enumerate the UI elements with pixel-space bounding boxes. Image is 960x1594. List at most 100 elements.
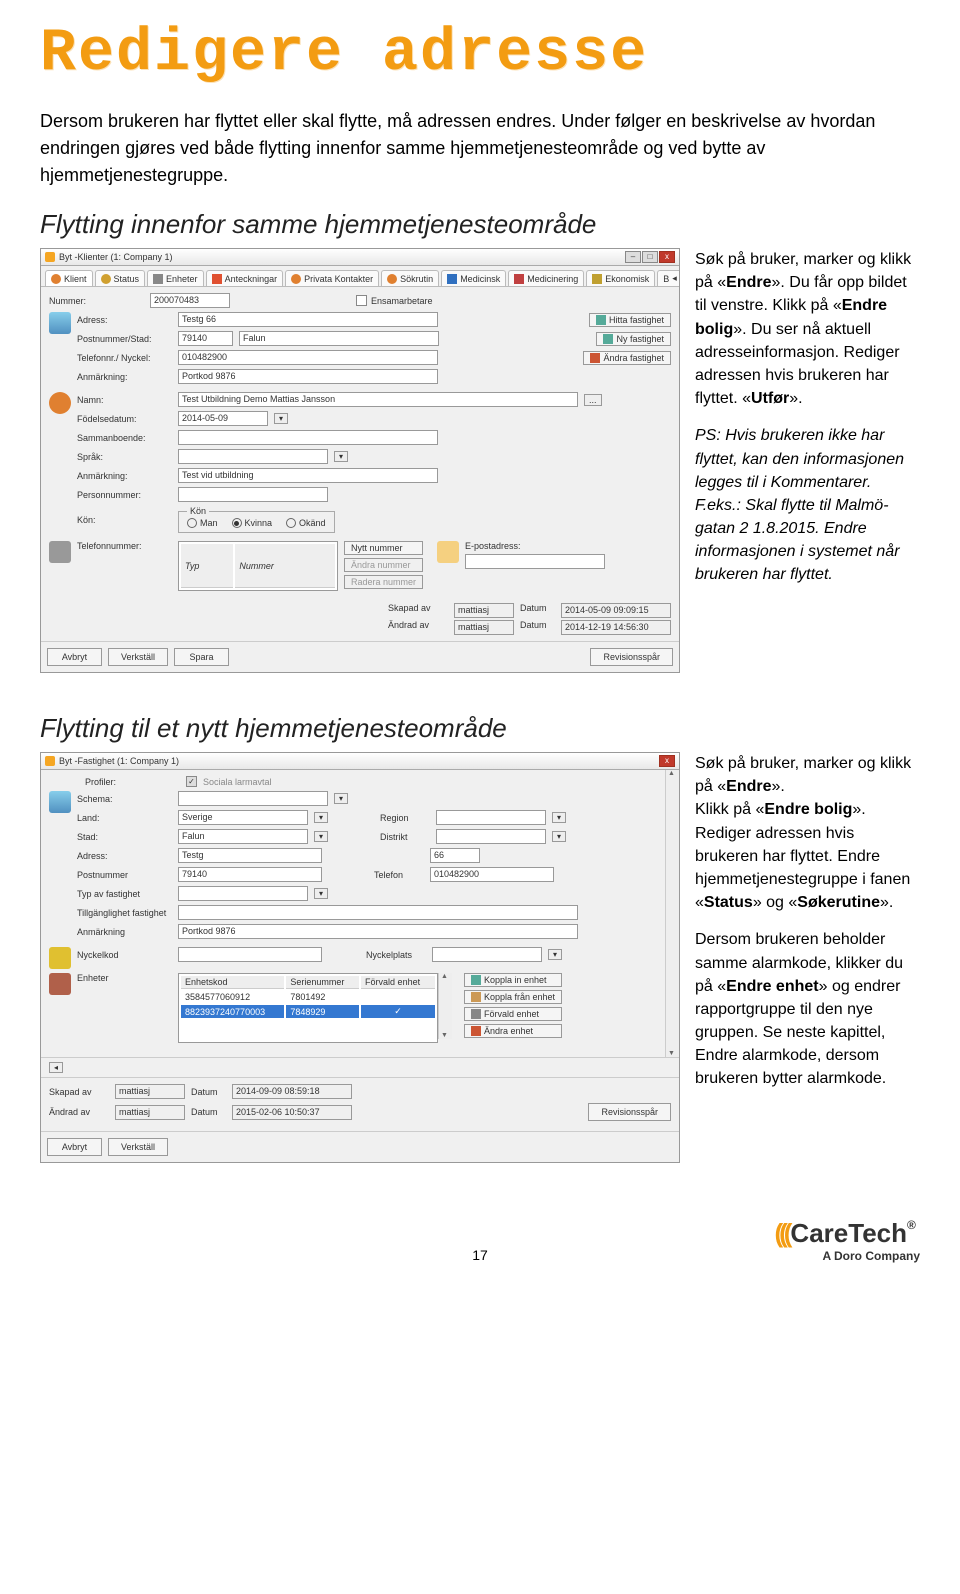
enheter-label: Enheter bbox=[77, 973, 172, 983]
epost-label: E-postadress: bbox=[465, 541, 605, 551]
section1-heading: Flytting innenfor samme hjemmetjenesteom… bbox=[40, 209, 920, 240]
namn-label: Namn: bbox=[77, 395, 172, 405]
schema-label: Schema: bbox=[77, 794, 172, 804]
dropdown-icon[interactable]: ▾ bbox=[552, 831, 566, 842]
house-icon bbox=[49, 791, 71, 813]
hitta-fastighet-button[interactable]: Hitta fastighet bbox=[589, 313, 671, 327]
stad-select[interactable]: Falun bbox=[178, 829, 308, 844]
koppla-fran-button[interactable]: Koppla från enhet bbox=[464, 990, 562, 1004]
tab-privata: Privata Kontakter bbox=[285, 270, 379, 286]
section2-description: Søk på bruker, marker og klikk på «Endre… bbox=[695, 752, 920, 1105]
till-label: Tillgänglighet fastighet bbox=[77, 908, 172, 918]
house-icon bbox=[49, 312, 71, 334]
list-scrollbar[interactable] bbox=[438, 973, 452, 1039]
window-title: Byt -Fastighet (1: Company 1) bbox=[59, 756, 179, 766]
fodelse-label: Födelsedatum: bbox=[77, 414, 172, 424]
dropdown-icon[interactable]: ▾ bbox=[274, 413, 288, 424]
person-label: Personnummer: bbox=[77, 490, 172, 500]
distrikt-label: Distrikt bbox=[380, 832, 430, 842]
kon-kvinna-radio[interactable]: Kvinna bbox=[232, 518, 273, 528]
fodelse-input[interactable]: 2014-05-09 bbox=[178, 411, 268, 426]
section1-description: Søk på bruker, marker og klikk på «Endre… bbox=[695, 248, 920, 601]
close-icon: x bbox=[659, 755, 675, 767]
till-input[interactable] bbox=[178, 905, 578, 920]
ny-fastighet-button[interactable]: Ny fastighet bbox=[596, 332, 671, 346]
anm-input[interactable]: Portkod 9876 bbox=[178, 924, 578, 939]
skapad-datum: 2014-09-09 08:59:18 bbox=[232, 1084, 352, 1099]
epost-input[interactable] bbox=[465, 554, 605, 569]
land-select[interactable]: Sverige bbox=[178, 810, 308, 825]
nyckel-input[interactable] bbox=[178, 947, 322, 962]
contact-icon bbox=[291, 274, 301, 284]
postnr-input[interactable]: 79140 bbox=[178, 331, 233, 346]
edit-house-icon bbox=[590, 353, 600, 363]
samman-input[interactable] bbox=[178, 430, 438, 445]
telefon-input[interactable]: 010482900 bbox=[430, 867, 554, 882]
namn-input[interactable]: Test Utbildning Demo Mattias Jansson bbox=[178, 392, 578, 407]
screenshot-klienter: Byt -Klienter (1: Company 1) –□x Klient … bbox=[40, 248, 680, 673]
verkstall-button[interactable]: Verkställ bbox=[108, 1138, 168, 1156]
ensam-checkbox[interactable]: Ensamarbetare bbox=[356, 295, 433, 306]
koppla-in-button[interactable]: Koppla in enhet bbox=[464, 973, 562, 987]
dropdown-icon[interactable]: ▾ bbox=[548, 949, 562, 960]
nummer-input[interactable]: 200070483 bbox=[150, 293, 230, 308]
forvald-button[interactable]: Förvald enhet bbox=[464, 1007, 562, 1021]
region-select[interactable] bbox=[436, 810, 546, 825]
dropdown-icon[interactable]: ▾ bbox=[334, 793, 348, 804]
dropdown-icon[interactable]: ▾ bbox=[314, 831, 328, 842]
section2-heading: Flytting til et nytt hjemmetjenesteområd… bbox=[40, 713, 920, 744]
stad-input[interactable]: Falun bbox=[239, 331, 439, 346]
window-controls[interactable]: x bbox=[658, 755, 675, 767]
typ-label: Typ av fastighet bbox=[77, 889, 172, 899]
typ-select[interactable] bbox=[178, 886, 308, 901]
avbryt-button[interactable]: Avbryt bbox=[47, 648, 102, 666]
post-input[interactable]: 79140 bbox=[178, 867, 322, 882]
verkstall-button[interactable]: Verkställ bbox=[108, 648, 168, 666]
anm-input[interactable]: Portkod 9876 bbox=[178, 369, 438, 384]
tab-enheter: Enheter bbox=[147, 270, 204, 286]
window-controls[interactable]: –□x bbox=[624, 251, 675, 263]
nyckel-label: Nyckelkod bbox=[77, 950, 172, 960]
tel-input[interactable]: 010482900 bbox=[178, 350, 438, 365]
spara-button[interactable]: Spara bbox=[174, 648, 229, 666]
anmark2-input[interactable]: Test vid utbildning bbox=[178, 468, 438, 483]
enheter-list[interactable]: EnhetskodSerienummerFörvald enhet 358457… bbox=[178, 973, 438, 1043]
nyckelplats-select[interactable] bbox=[432, 947, 542, 962]
distrikt-select[interactable] bbox=[436, 829, 546, 844]
window-title: Byt -Klienter (1: Company 1) bbox=[59, 252, 173, 262]
skapad-user: mattiasj bbox=[115, 1084, 185, 1099]
close-icon: x bbox=[659, 251, 675, 263]
table-row: 88239372407700037848929✓ bbox=[181, 1005, 435, 1018]
andrad-user: mattiasj bbox=[115, 1105, 185, 1120]
person-input[interactable] bbox=[178, 487, 328, 502]
scroll-left-icon[interactable]: ◂ bbox=[49, 1062, 63, 1073]
avbryt-button[interactable]: Avbryt bbox=[47, 1138, 102, 1156]
kon-man-radio[interactable]: Man bbox=[187, 518, 218, 528]
revision-button[interactable]: Revisionsspår bbox=[590, 648, 673, 666]
revision-button[interactable]: Revisionsspår bbox=[588, 1103, 671, 1121]
andra-fastighet-button[interactable]: Ändra fastighet bbox=[583, 351, 671, 365]
tab-more: B ◂ ▸ bbox=[657, 270, 679, 286]
andrad-label: Ändrad av bbox=[49, 1107, 109, 1117]
adress-input[interactable]: Testg 66 bbox=[178, 312, 438, 327]
skapad-label: Skapad av bbox=[388, 603, 448, 618]
phone-list[interactable]: TypNummer bbox=[178, 541, 338, 591]
dropdown-icon[interactable]: ▾ bbox=[552, 812, 566, 823]
andra-enhet-button[interactable]: Ändra enhet bbox=[464, 1024, 562, 1038]
tab-medicinering: Medicinering bbox=[508, 270, 584, 286]
ellipsis-button[interactable]: ... bbox=[584, 394, 602, 406]
tab-bar[interactable]: Klient Status Enheter Anteckningar Priva… bbox=[41, 266, 679, 287]
device-icon bbox=[153, 274, 163, 284]
dropdown-icon[interactable]: ▾ bbox=[314, 812, 328, 823]
sprak-select[interactable] bbox=[178, 449, 328, 464]
dropdown-icon[interactable]: ▾ bbox=[314, 888, 328, 899]
form-scrollbar[interactable] bbox=[665, 770, 679, 1057]
region-label: Region bbox=[380, 813, 430, 823]
nytt-nummer-button[interactable]: Nytt nummer bbox=[344, 541, 423, 555]
adress-input[interactable]: Testg bbox=[178, 848, 322, 863]
kon-okant-radio[interactable]: Okänd bbox=[286, 518, 326, 528]
schema-select[interactable] bbox=[178, 791, 328, 806]
dropdown-icon[interactable]: ▾ bbox=[334, 451, 348, 462]
adress-nr-input[interactable]: 66 bbox=[430, 848, 480, 863]
person-icon bbox=[51, 274, 61, 284]
